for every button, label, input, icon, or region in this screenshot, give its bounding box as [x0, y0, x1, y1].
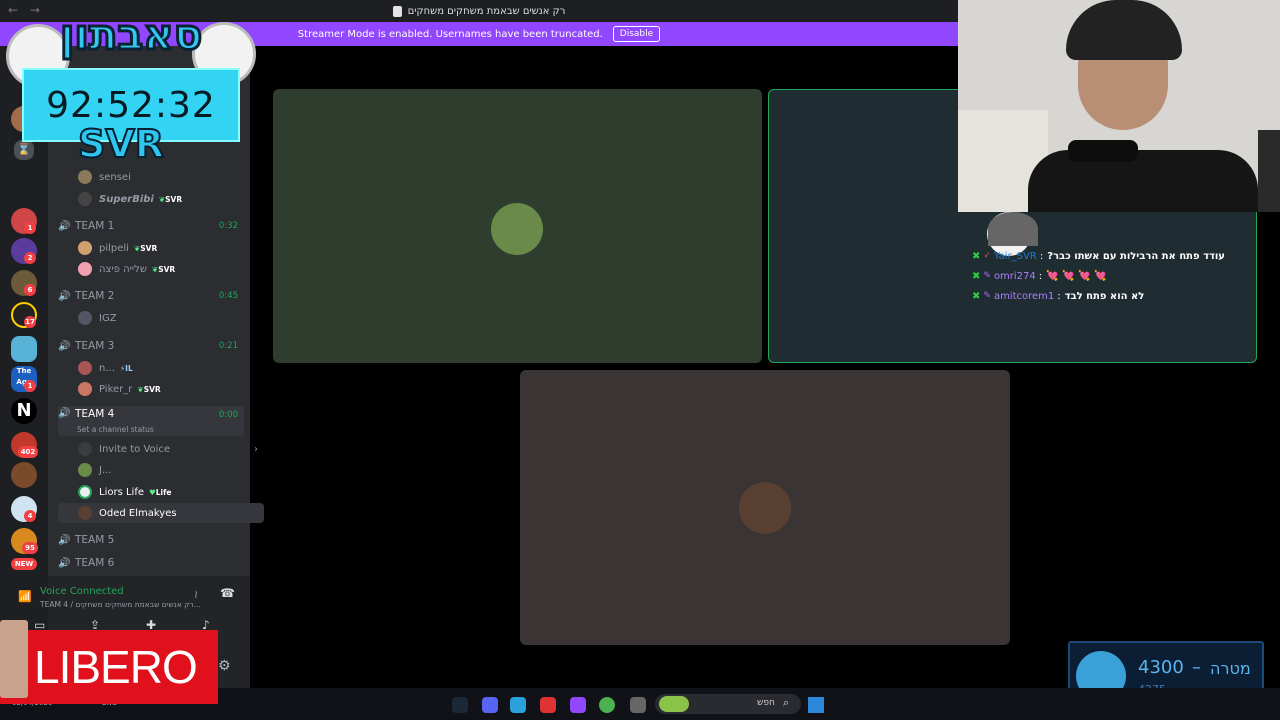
person-add-icon — [78, 442, 92, 456]
channel-team-5[interactable]: 🔊 TEAM 5 — [58, 530, 244, 550]
steam-icon[interactable] — [452, 697, 468, 713]
voice-user[interactable]: sensei — [58, 167, 264, 187]
server-icon[interactable] — [11, 462, 37, 488]
vip-badge-icon: ✓ — [983, 251, 991, 261]
unread-badge: 2 — [24, 252, 36, 264]
avatar — [78, 192, 92, 206]
mod-badge-icon: ✖ — [972, 270, 981, 282]
nav-arrows-icon[interactable]: ← → — [8, 3, 44, 17]
chat-avatar — [988, 212, 1038, 246]
chat-message: ✖ ✓ Yair_SVR: ?עודד פתח את הרבילות עם אשתו … — [972, 250, 1225, 262]
avatar — [78, 311, 92, 325]
voice-user[interactable]: SuperBibi ❦SVR — [58, 189, 264, 209]
sponsor-banner: LIBERO — [0, 620, 218, 704]
channel-icon — [392, 5, 402, 17]
avatar — [491, 203, 543, 255]
video-tile[interactable] — [520, 370, 1010, 645]
window-title: רק אנשים שבאמת משחקים משחקים — [407, 5, 566, 17]
avatar — [78, 170, 92, 184]
server-icon[interactable] — [11, 336, 37, 362]
streamer-mode-text: Streamer Mode is enabled. Usernames have… — [297, 28, 603, 40]
task-view-icon[interactable] — [630, 697, 646, 713]
channel-team-2[interactable]: 🔊 TEAM 2 0:45 — [58, 286, 244, 306]
unread-badge: 95 — [22, 542, 38, 554]
search-icon: ⌕ — [783, 696, 790, 709]
telegram-icon[interactable] — [510, 697, 526, 713]
voice-user[interactable]: pilpeli ❦SVR — [58, 238, 264, 258]
voice-user[interactable]: Oded Elmakyes — [58, 503, 264, 523]
voice-user[interactable]: Piker_r ❦SVR — [58, 379, 264, 399]
subathon-logo: סאבתון — [58, 9, 203, 61]
channel-team-1[interactable]: 🔊 TEAM 1 0:32 — [58, 216, 244, 236]
unread-badge: 17 — [24, 316, 36, 328]
chevron-right-icon: › — [254, 443, 258, 455]
voice-user[interactable]: שלייה פיצה ❦SVR — [58, 259, 264, 279]
disconnect-icon[interactable]: ☎ — [220, 586, 235, 600]
unread-badge: 1 — [24, 222, 36, 234]
brand-logo: SVR — [77, 121, 165, 167]
microphone-icon — [1068, 140, 1138, 162]
twitch-icon[interactable] — [570, 697, 586, 713]
channel-team-6[interactable]: 🔊 TEAM 6 — [58, 553, 244, 573]
avatar — [739, 482, 791, 534]
voice-connected-label[interactable]: Voice Connected — [40, 586, 124, 597]
goal-current: 4300 — [1138, 657, 1184, 678]
channel-status[interactable]: Set a channel status — [77, 425, 154, 434]
heart-icon: ♥ — [149, 487, 156, 497]
voice-user[interactable]: J... — [58, 460, 264, 480]
speaker-icon: 🔊 — [58, 340, 71, 352]
app-icon[interactable] — [540, 697, 556, 713]
chat-overlay: ✖ ✓ Yair_SVR: ?עודד פתח את הרבילות עם אשתו … — [972, 246, 1242, 306]
chat-message: ✖ ✎ omri274: 💘 💘 💘 💘 — [972, 270, 1107, 282]
disable-streamer-button[interactable]: Disable — [612, 26, 661, 42]
avatar — [78, 361, 92, 375]
unread-badge: 6 — [24, 284, 36, 296]
video-tile[interactable] — [273, 89, 762, 363]
invite-to-voice[interactable]: Invite to Voice › — [58, 439, 264, 459]
perfume-bottle-icon — [0, 620, 28, 698]
voice-user[interactable]: IGZ — [58, 308, 264, 328]
chat-message: ✖ ✎ amitcorem1: לא הוא פתח לבד — [972, 290, 1145, 302]
avatar — [78, 262, 92, 276]
unread-badge: 402 — [18, 446, 38, 458]
streamer-webcam — [958, 0, 1280, 212]
pen-badge-icon: ✎ — [983, 271, 991, 281]
taskbar-search[interactable]: חפש ⌕ — [655, 694, 801, 714]
discord-icon[interactable] — [482, 697, 498, 713]
voice-user[interactable]: Liors Life ♥Life — [58, 482, 264, 502]
settings-gear-icon[interactable]: ⚙ — [218, 658, 231, 674]
unread-badge: 4 — [24, 510, 36, 522]
noise-suppression-icon[interactable]: ≀ — [194, 588, 198, 601]
avatar — [78, 241, 92, 255]
sponsor-text: LIBERO — [34, 641, 198, 693]
hourglass-icon[interactable]: ⌛ — [14, 140, 34, 160]
channel-team-3[interactable]: 🔊 TEAM 3 0:21 — [58, 336, 244, 356]
voice-channel-label[interactable]: TEAM 4 / רק אנשים שבאמת משחקים משחקים... — [40, 600, 201, 609]
speaker-icon: 🔊 — [58, 220, 71, 232]
search-highlight-icon — [659, 696, 689, 712]
new-badge: NEW — [11, 558, 37, 570]
n-server-icon[interactable]: N — [11, 398, 37, 424]
speaker-icon: 🔊 — [58, 557, 71, 569]
voice-user[interactable]: n... ⚡IL — [58, 358, 264, 378]
speaker-icon: 🔊 — [58, 534, 71, 546]
avatar — [78, 463, 92, 477]
avatar — [78, 506, 92, 520]
pen-badge-icon: ✎ — [983, 291, 991, 301]
speaker-icon: 🔊 — [58, 290, 71, 302]
mod-badge-icon: ✖ — [972, 250, 981, 262]
chrome-icon[interactable] — [599, 697, 615, 713]
avatar — [78, 485, 92, 499]
headphones-icon — [1066, 0, 1182, 60]
mod-badge-icon: ✖ — [972, 290, 981, 302]
speaker-icon: 🔊 — [58, 408, 71, 419]
goal-label: מטרה — [1210, 659, 1251, 678]
unread-badge: 1 — [24, 380, 36, 392]
signal-icon[interactable]: 📶 — [18, 590, 32, 603]
windows-start-icon[interactable] — [808, 697, 824, 713]
avatar — [78, 382, 92, 396]
